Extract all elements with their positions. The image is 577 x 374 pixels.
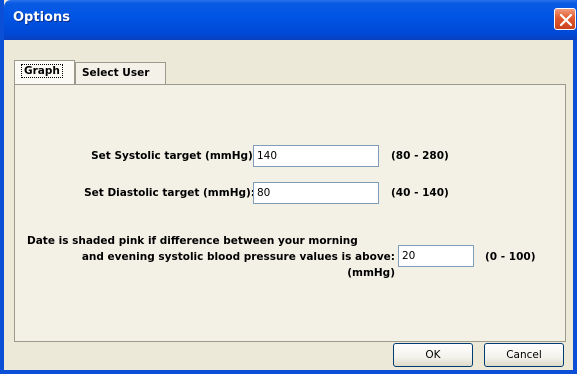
tab-graph[interactable]: Graph	[14, 60, 75, 84]
difference-input[interactable]	[398, 245, 474, 267]
difference-range: (0 - 100)	[485, 251, 536, 263]
diastolic-label: Set Diastolic target (mmHg):	[84, 187, 255, 199]
graph-tab-panel: Set Systolic target (mmHg): (80 - 280) S…	[14, 84, 566, 342]
difference-label-unit: (mmHg)	[347, 267, 395, 279]
close-button[interactable]	[554, 8, 576, 30]
ok-button[interactable]: OK	[393, 343, 473, 367]
close-icon	[559, 13, 573, 27]
tab-select-user-label: Select User	[82, 67, 150, 79]
tab-graph-label: Graph	[21, 64, 63, 78]
systolic-input[interactable]	[253, 145, 379, 167]
diastolic-range: (40 - 140)	[391, 187, 449, 199]
tab-control: Graph Select User Set Systolic target (m…	[14, 60, 566, 342]
systolic-label: Set Systolic target (mmHg):	[91, 150, 257, 162]
title-bar[interactable]: Options	[4, 0, 577, 40]
cancel-button[interactable]: Cancel	[484, 343, 564, 367]
options-dialog: Options Graph Select User Set Systolic t…	[0, 0, 577, 374]
tab-select-user[interactable]: Select User	[75, 62, 166, 84]
systolic-range: (80 - 280)	[391, 150, 449, 162]
diastolic-input[interactable]	[253, 182, 379, 204]
difference-label-line2: and evening systolic blood pressure valu…	[81, 251, 395, 263]
difference-label-line1: Date is shaded pink if difference betwee…	[27, 235, 358, 247]
window-title: Options	[13, 10, 70, 25]
